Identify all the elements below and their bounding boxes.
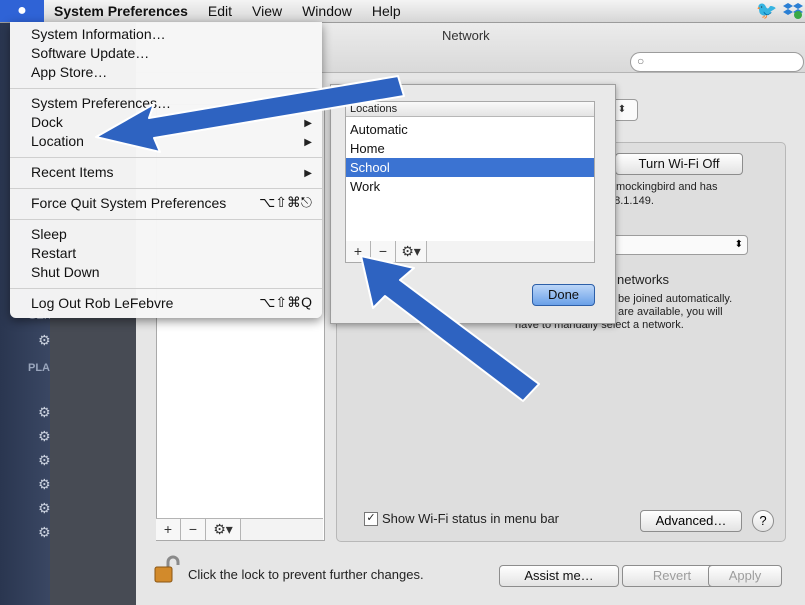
menu-help[interactable]: Help — [362, 0, 411, 22]
location-item-work[interactable]: Work — [346, 177, 594, 196]
gear-icon: ⚙▾ — [401, 243, 421, 259]
menu-item-recent-items[interactable]: Recent Items — [31, 163, 113, 182]
lock-text: Click the lock to prevent further change… — [188, 567, 424, 582]
add-service-button[interactable]: + — [156, 519, 181, 540]
menu-edit[interactable]: Edit — [198, 0, 242, 22]
turn-wifi-off-button[interactable]: Turn Wi-Fi Off — [615, 153, 743, 175]
show-wifi-status-checkbox[interactable]: ✓ Show Wi-Fi status in menu bar — [364, 511, 559, 526]
service-actions-button[interactable]: ⚙▾ — [206, 519, 241, 540]
menu-item-app-store[interactable]: App Store… — [31, 63, 107, 82]
dropbox-icon[interactable] — [783, 0, 803, 20]
menu-item-system-preferences[interactable]: System Preferences… — [31, 94, 171, 113]
menu-separator — [10, 288, 322, 289]
checkbox-checked-icon: ✓ — [364, 511, 378, 526]
search-icon: ○ — [637, 54, 645, 68]
menu-view[interactable]: View — [242, 0, 292, 22]
menu-separator — [10, 188, 322, 189]
assist-me-button[interactable]: Assist me… — [499, 565, 619, 587]
gear-icon: ⚙ — [38, 524, 51, 540]
wifi-status-text: mockingbird and has — [616, 181, 718, 193]
location-item-automatic[interactable]: Automatic — [346, 120, 594, 139]
remove-location-button[interactable]: − — [371, 241, 396, 262]
submenu-arrow-icon: ▶ — [304, 168, 312, 179]
menu-item-force-quit[interactable]: Force Quit System Preferences — [31, 194, 226, 213]
location-item-home[interactable]: Home — [346, 139, 594, 158]
show-wifi-status-label: Show Wi-Fi status in menu bar — [382, 511, 560, 526]
app-menu[interactable]: System Preferences — [44, 0, 198, 22]
window-title: Network — [442, 28, 490, 43]
help-button[interactable]: ? — [752, 510, 774, 532]
apple-menu-dropdown: System Information… Software Update… App… — [10, 22, 322, 318]
apple-menu[interactable]: ● — [0, 0, 44, 22]
menu-bar: ● System Preferences Edit View Window He… — [0, 0, 805, 23]
submenu-arrow-icon: ▶ — [304, 137, 312, 148]
menu-item-restart[interactable]: Restart — [31, 244, 76, 263]
location-actions-button[interactable]: ⚙▾ — [396, 241, 427, 262]
menu-separator — [10, 219, 322, 220]
apply-button[interactable]: Apply — [708, 565, 782, 587]
gear-icon: ⚙ — [38, 428, 51, 444]
locations-header: Locations — [346, 102, 594, 117]
gear-icon: ⚙ — [38, 500, 51, 516]
lock-icon[interactable] — [154, 555, 180, 583]
network-name-popup[interactable]: ⬍ — [610, 235, 748, 255]
location-item-school[interactable]: School — [346, 158, 594, 177]
gear-icon: ⚙ — [38, 452, 51, 468]
gear-icon: ⚙ — [38, 404, 51, 420]
locations-toolbar: + − ⚙▾ — [345, 241, 595, 263]
add-location-button[interactable]: + — [346, 241, 371, 262]
submenu-arrow-icon: ▶ — [304, 118, 312, 129]
menu-item-sleep[interactable]: Sleep — [31, 225, 67, 244]
remove-service-button[interactable]: − — [181, 519, 206, 540]
gear-icon: ⚙ — [38, 476, 51, 492]
locations-list[interactable]: Locations Automatic Home School Work — [345, 101, 595, 243]
revert-button[interactable]: Revert — [622, 565, 722, 587]
twitter-icon[interactable]: 🐦 — [756, 1, 777, 21]
ask-to-join-help: be joined automatically. — [618, 293, 733, 305]
log-out-shortcut: ⌥⇧⌘Q — [259, 294, 312, 310]
menu-item-log-out[interactable]: Log Out Rob LeFebvre — [31, 294, 173, 313]
menu-item-location[interactable]: Location — [31, 132, 84, 151]
search-field[interactable]: ○ — [630, 52, 804, 72]
force-quit-shortcut: ⌥⇧⌘⎋ — [259, 194, 312, 210]
ask-to-join-help: are available, you will — [618, 306, 723, 318]
menu-item-shut-down[interactable]: Shut Down — [31, 263, 99, 282]
sidebar-section-label: PLA — [28, 362, 50, 374]
ask-to-join-label: networks — [617, 272, 670, 287]
menu-item-system-information[interactable]: System Information… — [31, 25, 166, 44]
gear-icon: ⚙▾ — [213, 521, 233, 537]
services-toolbar: + − ⚙▾ — [156, 518, 323, 540]
locations-sheet: Locations Automatic Home School Work + −… — [330, 84, 616, 324]
advanced-button[interactable]: Advanced… — [640, 510, 742, 532]
menu-separator — [10, 88, 322, 89]
menu-window[interactable]: Window — [292, 0, 362, 22]
done-button[interactable]: Done — [532, 284, 595, 306]
menu-separator — [10, 157, 322, 158]
apple-logo-icon: ● — [17, 2, 27, 19]
menu-item-software-update[interactable]: Software Update… — [31, 44, 149, 63]
menu-item-dock[interactable]: Dock — [31, 113, 63, 132]
gear-icon: ⚙ — [38, 332, 51, 348]
